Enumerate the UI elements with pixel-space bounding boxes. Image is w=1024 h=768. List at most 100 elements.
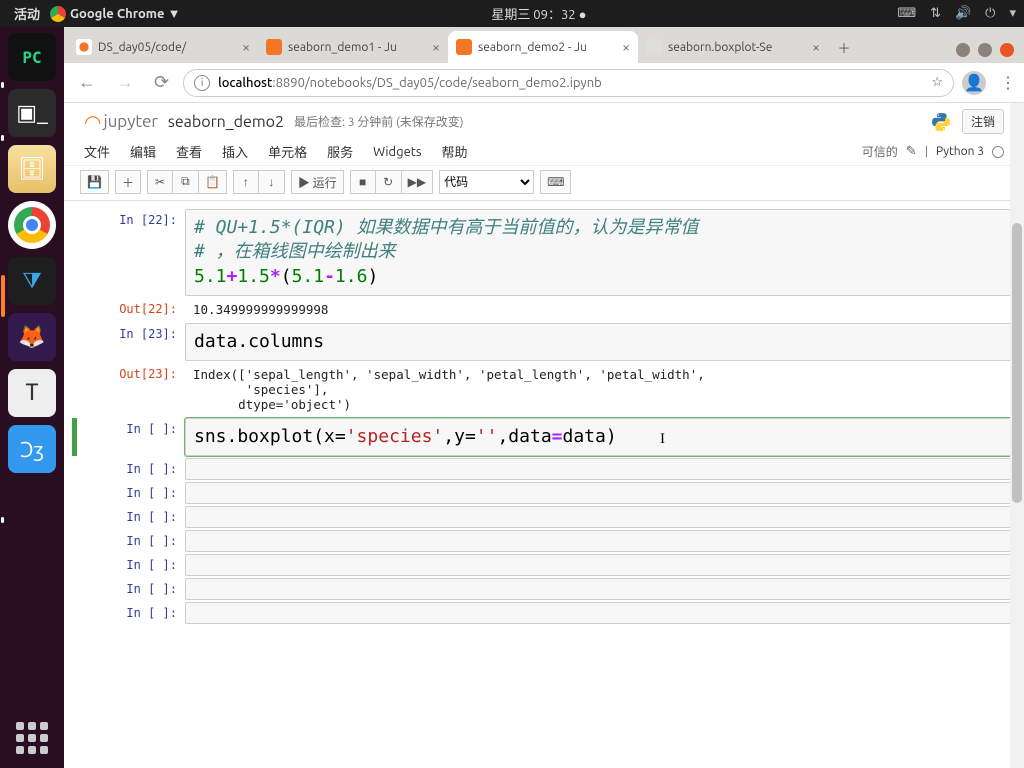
close-icon[interactable]: × — [622, 39, 630, 55]
code-input[interactable]: data.columns — [185, 323, 1016, 361]
code-input[interactable] — [185, 506, 1016, 528]
cell-23-out: Out[23]: Index(['sepal_length', 'sepal_w… — [72, 363, 1016, 416]
cut-button[interactable]: ✂ — [147, 170, 173, 194]
notebook-menu: 文件 编辑 查看 插入 单元格 服务 Widgets 帮助 可信的 ✎ | Py… — [64, 138, 1024, 166]
edit-icon[interactable]: ✎ — [906, 144, 917, 159]
code-input[interactable]: sns.boxplot(x='species',y='',data=data) — [185, 418, 1016, 456]
paste-button[interactable]: 📋 — [199, 170, 227, 194]
new-tab-button[interactable]: ＋ — [832, 35, 856, 59]
move-down-button[interactable]: ↓ — [259, 170, 285, 194]
launcher-terminal[interactable]: ▣_ — [8, 89, 56, 137]
save-button[interactable]: 💾 — [80, 170, 109, 194]
network-icon[interactable]: ⇅ — [930, 6, 941, 21]
code-input[interactable] — [185, 458, 1016, 480]
logout-button[interactable]: 注销 — [962, 109, 1004, 134]
launcher-show-apps[interactable] — [12, 718, 52, 758]
notebook-page: ◠jupyter seaborn_demo2 最后检查: 3 分钟前 (未保存改… — [64, 103, 1024, 768]
in-prompt: In [ ]: — [77, 578, 185, 600]
cell-empty[interactable]: In [ ]: — [72, 458, 1016, 480]
code-input[interactable]: # QU+1.5*(IQR) 如果数据中有高于当前值的，认为是异常值 # ，在箱… — [185, 209, 1016, 296]
kernel-status-icon — [992, 146, 1004, 158]
in-prompt: In [ ]: — [77, 530, 185, 552]
notebook-header: ◠jupyter seaborn_demo2 最后检查: 3 分钟前 (未保存改… — [64, 103, 1024, 138]
menu-edit[interactable]: 编辑 — [130, 142, 156, 161]
code-input[interactable] — [185, 602, 1016, 624]
restart-button[interactable]: ↻ — [376, 170, 402, 194]
menu-help[interactable]: 帮助 — [442, 142, 468, 161]
cell-22-in[interactable]: In [22]: # QU+1.5*(IQR) 如果数据中有高于当前值的，认为是… — [72, 209, 1016, 296]
code-input[interactable] — [185, 482, 1016, 504]
menu-widgets[interactable]: Widgets — [373, 145, 421, 159]
tab-0[interactable]: DS_day05/code/× — [68, 31, 258, 63]
close-window-button[interactable] — [1000, 43, 1014, 57]
cell-empty[interactable]: In [ ]: — [72, 506, 1016, 528]
close-icon[interactable]: × — [432, 39, 440, 55]
cell-empty[interactable]: In [ ]: — [72, 602, 1016, 624]
cell-empty[interactable]: In [ ]: — [72, 554, 1016, 576]
code-input[interactable] — [185, 530, 1016, 552]
caret-down-icon[interactable]: ▾ — [1009, 6, 1016, 21]
close-icon[interactable]: × — [242, 39, 250, 55]
app-menu[interactable]: Google Chrome ▼ — [50, 6, 180, 22]
code-input[interactable] — [185, 554, 1016, 576]
stop-button[interactable]: ■ — [350, 170, 376, 194]
cell-active[interactable]: In [ ]: sns.boxplot(x='species',y='',dat… — [72, 418, 1016, 456]
tab-strip: DS_day05/code/× seaborn_demo1 - Ju× seab… — [64, 27, 1024, 63]
profile-avatar[interactable]: 👤 — [962, 71, 986, 95]
in-prompt: In [ ]: — [77, 602, 185, 624]
notebook-toolbar: 💾 ＋ ✂ ⧉ 📋 ↑ ↓ ▶ 运行 ■ ↻ ▶▶ 代码 ⌨ — [64, 166, 1024, 201]
launcher-firefox[interactable]: 🦊 — [8, 313, 56, 361]
reload-button[interactable]: ⟳ — [148, 72, 175, 93]
star-icon[interactable]: ☆ — [931, 75, 943, 90]
run-all-button[interactable]: ▶▶ — [402, 170, 433, 194]
minimize-button[interactable] — [956, 43, 970, 57]
launcher-vscode[interactable]: ⧩ — [8, 257, 56, 305]
kernel-name[interactable]: Python 3 — [936, 145, 984, 158]
run-button[interactable]: ▶ 运行 — [291, 170, 344, 194]
maximize-button[interactable] — [978, 43, 992, 57]
menu-insert[interactable]: 插入 — [222, 142, 248, 161]
celltype-select[interactable]: 代码 — [439, 170, 534, 194]
in-prompt: In [ ]: — [77, 458, 185, 480]
launcher-app[interactable]: ɔʒ — [8, 425, 56, 473]
scrollbar[interactable] — [1010, 103, 1024, 768]
activities-button[interactable]: 活动 — [8, 4, 46, 23]
tab-3[interactable]: seaborn.boxplot-Se× — [638, 31, 828, 63]
trusted-label[interactable]: 可信的 — [862, 143, 898, 160]
copy-button[interactable]: ⧉ — [173, 170, 199, 194]
add-cell-button[interactable]: ＋ — [115, 170, 141, 194]
power-icon[interactable]: ⏻ — [985, 6, 995, 21]
back-button[interactable]: ← — [72, 72, 102, 93]
launcher-chrome[interactable] — [8, 201, 56, 249]
launcher-files[interactable]: 🗄 — [8, 145, 56, 193]
command-palette-button[interactable]: ⌨ — [540, 170, 571, 194]
keyboard-icon[interactable]: ⌨ — [897, 6, 916, 21]
scroll-thumb[interactable] — [1012, 223, 1022, 503]
address-bar[interactable]: i localhost:8890/notebooks/DS_day05/code… — [183, 69, 954, 97]
jupyter-logo[interactable]: ◠jupyter — [84, 110, 158, 134]
menu-view[interactable]: 查看 — [176, 142, 202, 161]
launcher-pycharm[interactable]: PC — [8, 33, 56, 81]
menu-kernel[interactable]: 服务 — [327, 142, 353, 161]
menu-file[interactable]: 文件 — [84, 142, 110, 161]
menu-cell[interactable]: 单元格 — [268, 142, 307, 161]
tab-1[interactable]: seaborn_demo1 - Ju× — [258, 31, 448, 63]
code-input[interactable] — [185, 578, 1016, 600]
notebook-title[interactable]: seaborn_demo2 — [168, 113, 284, 131]
kebab-menu-icon[interactable]: ⋮ — [1000, 73, 1016, 92]
cell-empty[interactable]: In [ ]: — [72, 482, 1016, 504]
clock[interactable]: 星期三 09：32 ● — [180, 4, 897, 23]
cell-empty[interactable]: In [ ]: — [72, 530, 1016, 552]
cell-empty[interactable]: In [ ]: — [72, 578, 1016, 600]
in-prompt: In [23]: — [77, 323, 185, 361]
close-icon[interactable]: × — [812, 39, 820, 55]
gnome-top-bar: 活动 Google Chrome ▼ 星期三 09：32 ● ⌨ ⇅ 🔊 ⏻ ▾ — [0, 0, 1024, 27]
launcher-texteditor[interactable]: T — [8, 369, 56, 417]
forward-button[interactable]: → — [110, 72, 140, 93]
volume-icon[interactable]: 🔊 — [955, 6, 971, 21]
tab-2[interactable]: seaborn_demo2 - Ju× — [448, 31, 638, 63]
cell-23-in[interactable]: In [23]: data.columns — [72, 323, 1016, 361]
favicon — [646, 39, 662, 55]
site-info-icon[interactable]: i — [194, 75, 210, 91]
move-up-button[interactable]: ↑ — [233, 170, 259, 194]
